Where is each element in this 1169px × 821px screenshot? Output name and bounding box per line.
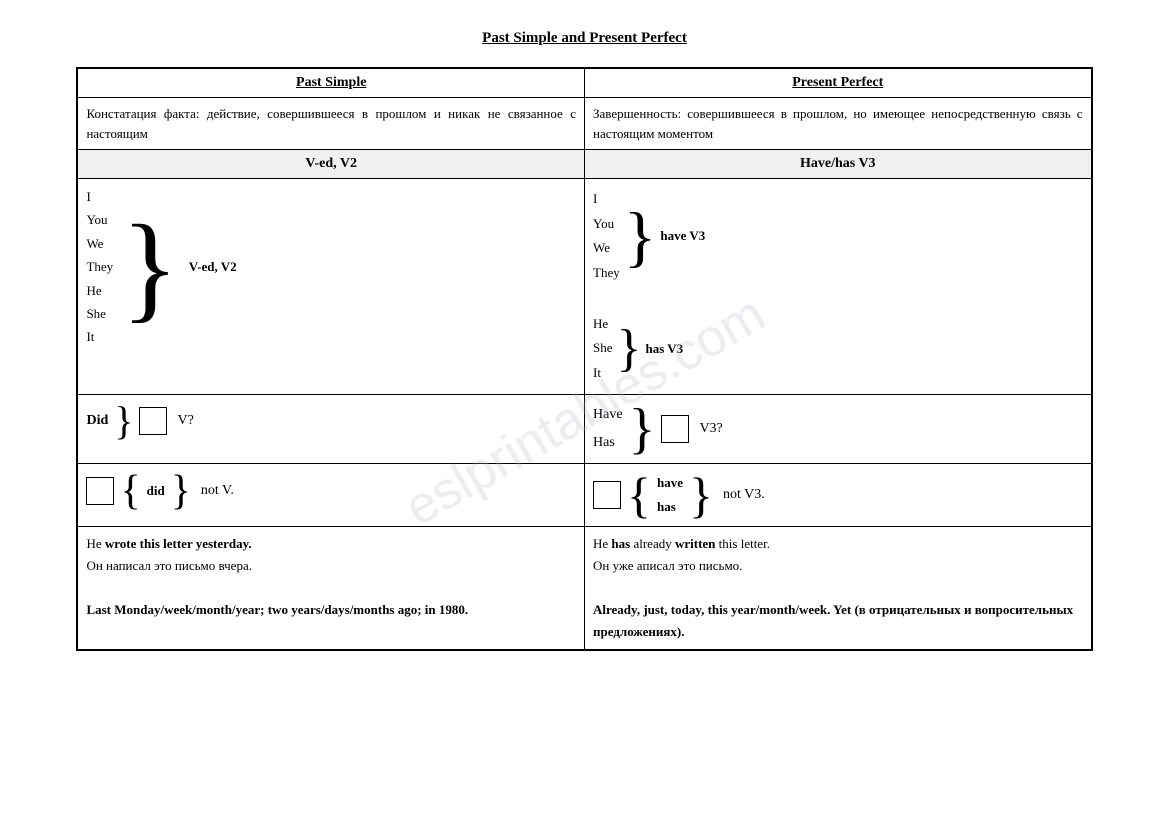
pronoun-You-past: You	[86, 208, 113, 231]
pp-We: We	[593, 236, 620, 261]
examples-row: He wrote this letter yesterday. Он напис…	[77, 526, 1091, 650]
past-translation: Он написал это письмо вчера.	[86, 555, 576, 577]
past-did-options: did	[147, 479, 165, 502]
past-markers-bold: Last Monday/week/month/year; two years/d…	[86, 602, 468, 617]
page-title: Past Simple and Present Perfect	[482, 30, 687, 47]
present-example-sentence: He has already written this letter.	[593, 533, 1083, 555]
past-question-cell: Did } V?	[77, 394, 584, 463]
did-label: Did	[86, 413, 108, 429]
past-v-label: V?	[177, 413, 193, 429]
pronoun-We-past: We	[86, 232, 113, 255]
present-negative-layout: { have has } not V3.	[593, 470, 1083, 520]
past-description: Констатация факта: действие, совершившее…	[77, 98, 584, 150]
did-neg-option: did	[147, 479, 165, 502]
past-not-v: not V.	[201, 483, 234, 499]
present-time-markers: Already, just, today, this year/month/we…	[593, 599, 1083, 643]
present-group2: He She It } has V3	[593, 312, 1083, 386]
pp-They: They	[593, 261, 620, 286]
present-markers-bold: Already, just, today, this year/month/we…	[593, 602, 1073, 639]
has-neg-option: has	[657, 495, 683, 518]
written-bold: written	[675, 536, 715, 551]
present-translation: Он уже aписал это письмо.	[593, 555, 1083, 577]
present-v3-label: V3?	[699, 421, 722, 437]
present-negative-cell: { have has } not V3.	[585, 463, 1092, 526]
wrote-bold: wrote this letter yesterday.	[105, 536, 252, 551]
question-square-past	[139, 407, 167, 435]
present-group2-list: He She It	[593, 312, 613, 386]
present-group1-list: I You We They	[593, 187, 620, 286]
present-question-cell: Have Has } V3?	[585, 394, 1092, 463]
past-question-layout: Did } V?	[86, 401, 576, 441]
have-option: Have	[593, 401, 623, 429]
present-pronoun-cell: I You We They } have V3	[585, 179, 1092, 395]
main-table: Past Simple Present Perfect Констатация …	[76, 67, 1092, 651]
have-neg-option: have	[657, 471, 683, 494]
present-have-has-neg: have has	[657, 471, 683, 518]
pronoun-She-past: She	[86, 302, 113, 325]
past-negative-layout: { did } not V.	[86, 470, 576, 512]
header-row: Past Simple Present Perfect	[77, 68, 1091, 98]
have-has-options: Have Has	[593, 401, 623, 457]
pp-He: He	[593, 312, 613, 337]
pronoun-I-past: I	[86, 185, 113, 208]
negative-row: { did } not V. { have has }	[77, 463, 1091, 526]
present-group1: I You We They } have V3	[593, 187, 1083, 286]
past-pronoun-list: I You We They He She It	[86, 185, 113, 349]
has-option: Has	[593, 429, 623, 457]
present-formula-header: Have/has V3	[585, 150, 1092, 179]
present-example-cell: He has already written this letter. Он у…	[585, 526, 1092, 650]
past-pronoun-cell: I You We They He She It } V-ed, V2	[77, 179, 584, 395]
pp-I: I	[593, 187, 620, 212]
past-pronoun-block: I You We They He She It } V-ed, V2	[86, 185, 576, 349]
present-description: Завершенность: совершившееся в прошлом, …	[585, 98, 1092, 150]
past-formula-text: V-ed, V2	[189, 259, 237, 275]
past-example-cell: He wrote this letter yesterday. Он напис…	[77, 526, 584, 650]
past-negative-cell: { did } not V.	[77, 463, 584, 526]
question-row: Did } V? Have Has }	[77, 394, 1091, 463]
has-v3-label: has V3	[645, 341, 683, 357]
past-formula-header: V-ed, V2	[77, 150, 584, 179]
present-not-v3: not V3.	[723, 487, 765, 503]
pp-She: She	[593, 336, 613, 361]
pronoun-They-past: They	[86, 255, 113, 278]
question-square-present	[661, 415, 689, 443]
pp-It: It	[593, 361, 613, 386]
pronoun-He-past: He	[86, 279, 113, 302]
present-pronoun-block: I You We They } have V3	[593, 185, 1083, 388]
description-row: Констатация факта: действие, совершившее…	[77, 98, 1091, 150]
past-simple-header: Past Simple	[77, 68, 584, 98]
present-question-layout: Have Has } V3?	[593, 401, 1083, 457]
formula-row: V-ed, V2 Have/has V3	[77, 150, 1091, 179]
past-example-sentence: He wrote this letter yesterday.	[86, 533, 576, 555]
past-time-markers: Last Monday/week/month/year; two years/d…	[86, 599, 576, 621]
pronoun-row: I You We They He She It } V-ed, V2	[77, 179, 1091, 395]
present-perfect-header: Present Perfect	[585, 68, 1092, 98]
pp-You: You	[593, 212, 620, 237]
have-v3-label: have V3	[660, 228, 705, 244]
negative-square-present	[593, 481, 621, 509]
negative-square-past	[86, 477, 114, 505]
has-bold: has	[611, 536, 630, 551]
pronoun-It-past: It	[86, 325, 113, 348]
